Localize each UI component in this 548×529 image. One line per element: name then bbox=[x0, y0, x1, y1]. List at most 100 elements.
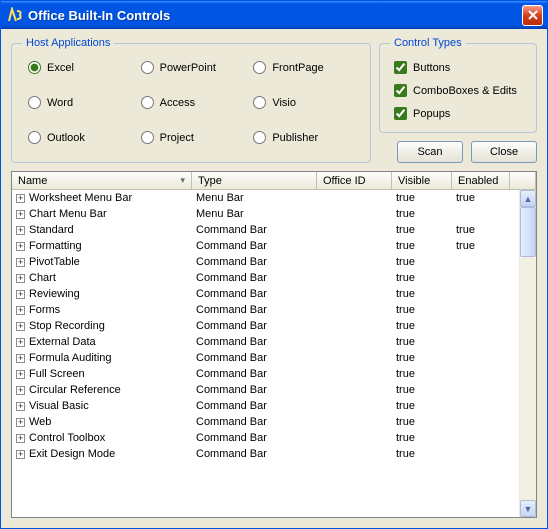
column-name-label: Name bbox=[18, 175, 47, 187]
expand-icon[interactable]: + bbox=[16, 274, 25, 283]
check-buttons[interactable]: Buttons bbox=[394, 61, 526, 74]
expand-icon[interactable]: + bbox=[16, 450, 25, 459]
radio-word[interactable]: Word bbox=[28, 96, 135, 109]
radio-input-project[interactable] bbox=[141, 131, 154, 144]
column-type[interactable]: Type bbox=[192, 172, 317, 189]
scroll-down-button[interactable]: ▼ bbox=[520, 500, 536, 517]
control-types-group: Control Types Buttons ComboBoxes & Edits P… bbox=[379, 37, 537, 133]
check-comboboxes-edits[interactable]: ComboBoxes & Edits bbox=[394, 84, 526, 97]
scroll-thumb[interactable] bbox=[520, 207, 536, 257]
radio-visio[interactable]: Visio bbox=[253, 96, 360, 109]
radio-frontpage[interactable]: FrontPage bbox=[253, 61, 360, 74]
table-row[interactable]: +PivotTableCommand Bartrue bbox=[12, 254, 519, 270]
radio-input-excel[interactable] bbox=[28, 61, 41, 74]
expand-icon[interactable]: + bbox=[16, 354, 25, 363]
column-office-id[interactable]: Office ID bbox=[317, 172, 392, 189]
control-types-legend: Control Types bbox=[390, 37, 466, 49]
column-enabled[interactable]: Enabled bbox=[452, 172, 510, 189]
check-popups[interactable]: Popups bbox=[394, 107, 526, 120]
radio-input-visio[interactable] bbox=[253, 96, 266, 109]
table-row[interactable]: +FormsCommand Bartrue bbox=[12, 302, 519, 318]
row-visible: true bbox=[392, 352, 452, 364]
expand-icon[interactable]: + bbox=[16, 242, 25, 251]
check-input[interactable] bbox=[394, 107, 407, 120]
column-visible[interactable]: Visible bbox=[392, 172, 452, 189]
row-type: Command Bar bbox=[192, 224, 317, 236]
row-visible: true bbox=[392, 432, 452, 444]
radio-label: Visio bbox=[272, 97, 296, 109]
expand-icon[interactable]: + bbox=[16, 306, 25, 315]
host-applications-group: Host Applications ExcelPowerPointFrontPa… bbox=[11, 37, 371, 163]
row-enabled: true bbox=[452, 240, 510, 252]
table-row[interactable]: +Exit Design ModeCommand Bartrue bbox=[12, 446, 519, 462]
row-visible: true bbox=[392, 320, 452, 332]
check-label: Popups bbox=[413, 108, 450, 120]
expand-icon[interactable]: + bbox=[16, 338, 25, 347]
row-name: Control Toolbox bbox=[29, 432, 105, 444]
row-type: Command Bar bbox=[192, 288, 317, 300]
expand-icon[interactable]: + bbox=[16, 258, 25, 267]
table-row[interactable]: +ChartCommand Bartrue bbox=[12, 270, 519, 286]
radio-input-powerpoint[interactable] bbox=[141, 61, 154, 74]
expand-icon[interactable]: + bbox=[16, 210, 25, 219]
radio-powerpoint[interactable]: PowerPoint bbox=[141, 61, 248, 74]
table-row[interactable]: +WebCommand Bartrue bbox=[12, 414, 519, 430]
table-row[interactable]: +StandardCommand Bartruetrue bbox=[12, 222, 519, 238]
vertical-scrollbar[interactable]: ▲ ▼ bbox=[519, 190, 536, 517]
scroll-track[interactable] bbox=[520, 207, 536, 500]
row-type: Command Bar bbox=[192, 272, 317, 284]
scroll-up-button[interactable]: ▲ bbox=[520, 190, 536, 207]
row-type: Command Bar bbox=[192, 256, 317, 268]
radio-label: Excel bbox=[47, 62, 74, 74]
row-name: Standard bbox=[29, 224, 74, 236]
expand-icon[interactable]: + bbox=[16, 290, 25, 299]
table-row[interactable]: +Visual BasicCommand Bartrue bbox=[12, 398, 519, 414]
row-type: Menu Bar bbox=[192, 208, 317, 220]
radio-input-outlook[interactable] bbox=[28, 131, 41, 144]
row-visible: true bbox=[392, 336, 452, 348]
radio-publisher[interactable]: Publisher bbox=[253, 131, 360, 144]
titlebar[interactable]: Office Built-In Controls bbox=[1, 1, 547, 29]
radio-project[interactable]: Project bbox=[141, 131, 248, 144]
column-spacer bbox=[510, 172, 536, 189]
radio-input-word[interactable] bbox=[28, 96, 41, 109]
check-input[interactable] bbox=[394, 84, 407, 97]
expand-icon[interactable]: + bbox=[16, 226, 25, 235]
table-row[interactable]: +Worksheet Menu BarMenu Bartruetrue bbox=[12, 190, 519, 206]
radio-input-publisher[interactable] bbox=[253, 131, 266, 144]
radio-access[interactable]: Access bbox=[141, 96, 248, 109]
radio-label: Access bbox=[160, 97, 195, 109]
close-window-button[interactable] bbox=[522, 5, 543, 26]
table-row[interactable]: +Circular ReferenceCommand Bartrue bbox=[12, 382, 519, 398]
row-type: Command Bar bbox=[192, 304, 317, 316]
expand-icon[interactable]: + bbox=[16, 370, 25, 379]
expand-icon[interactable]: + bbox=[16, 322, 25, 331]
scan-button[interactable]: Scan bbox=[397, 141, 463, 163]
radio-outlook[interactable]: Outlook bbox=[28, 131, 135, 144]
close-button[interactable]: Close bbox=[471, 141, 537, 163]
table-row[interactable]: +Full ScreenCommand Bartrue bbox=[12, 366, 519, 382]
table-row[interactable]: +Chart Menu BarMenu Bartrue bbox=[12, 206, 519, 222]
column-name[interactable]: Name ▾ bbox=[12, 172, 192, 189]
row-visible: true bbox=[392, 368, 452, 380]
table-row[interactable]: +FormattingCommand Bartruetrue bbox=[12, 238, 519, 254]
table-row[interactable]: +Formula AuditingCommand Bartrue bbox=[12, 350, 519, 366]
expand-icon[interactable]: + bbox=[16, 402, 25, 411]
expand-icon[interactable]: + bbox=[16, 434, 25, 443]
table-row[interactable]: +Stop RecordingCommand Bartrue bbox=[12, 318, 519, 334]
row-type: Command Bar bbox=[192, 352, 317, 364]
expand-icon[interactable]: + bbox=[16, 386, 25, 395]
expand-icon[interactable]: + bbox=[16, 194, 25, 203]
expand-icon[interactable]: + bbox=[16, 418, 25, 427]
table-row[interactable]: +External DataCommand Bartrue bbox=[12, 334, 519, 350]
radio-input-access[interactable] bbox=[141, 96, 154, 109]
radio-excel[interactable]: Excel bbox=[28, 61, 135, 74]
check-input[interactable] bbox=[394, 61, 407, 74]
row-visible: true bbox=[392, 400, 452, 412]
table-row[interactable]: +Control ToolboxCommand Bartrue bbox=[12, 430, 519, 446]
radio-label: Project bbox=[160, 132, 194, 144]
table-row[interactable]: +ReviewingCommand Bartrue bbox=[12, 286, 519, 302]
radio-input-frontpage[interactable] bbox=[253, 61, 266, 74]
window-title: Office Built-In Controls bbox=[28, 8, 522, 23]
row-visible: true bbox=[392, 384, 452, 396]
